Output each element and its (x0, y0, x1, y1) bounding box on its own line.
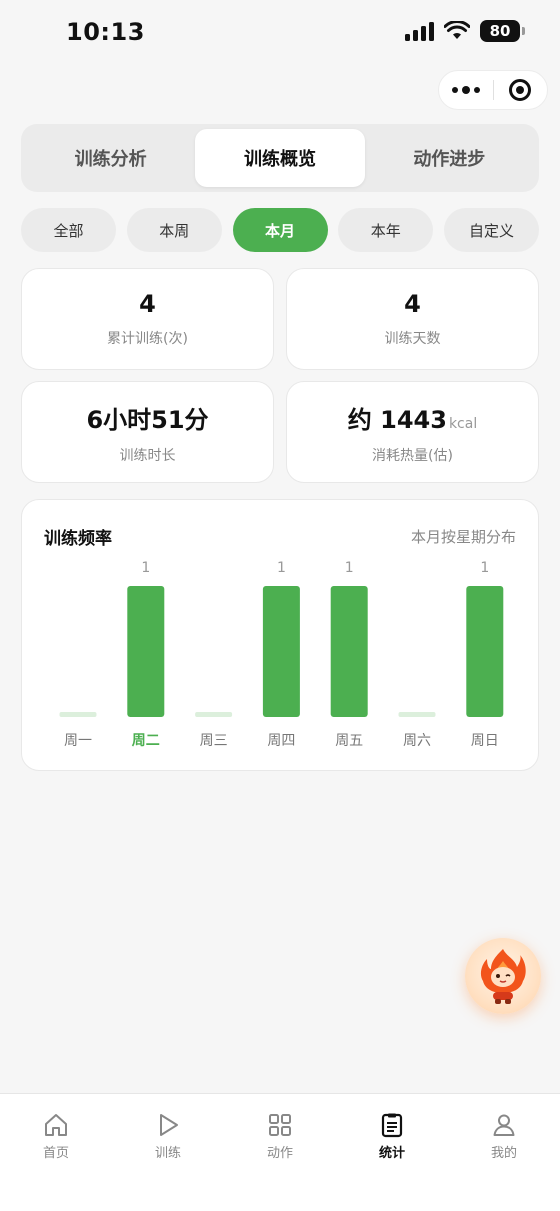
nav-label: 动作 (266, 1146, 293, 1161)
x-axis-label: 周五 (335, 733, 363, 749)
bar-value-label: 1 (141, 560, 150, 576)
segment-tabs: 训练分析 训练概览 动作进步 (21, 124, 539, 192)
more-options-button[interactable] (439, 71, 493, 109)
frequency-bar (127, 586, 165, 717)
wifi-icon (444, 21, 470, 39)
nav-item-profile[interactable]: 我的 (448, 1094, 560, 1211)
stat-value: 4 (139, 290, 156, 318)
period-month[interactable]: 本月 (232, 208, 328, 252)
nav-item-stats[interactable]: 统计 (336, 1094, 448, 1211)
stat-label: 消耗热量(估) (372, 447, 453, 464)
stat-card-days: 4 训练天数 (286, 268, 539, 370)
stat-label: 训练时长 (119, 447, 176, 464)
home-icon (45, 1114, 67, 1136)
stat-unit: kcal (448, 415, 478, 432)
bar-value-label: 1 (345, 560, 354, 576)
period-filter: 全部 本周 本月 本年 自定义 (21, 208, 539, 252)
bar-value-label: 1 (480, 560, 489, 576)
mascot-assistant-button[interactable] (465, 938, 541, 1014)
stat-label: 累计训练(次) (107, 331, 188, 347)
x-axis-label: 周三 (200, 733, 228, 749)
x-axis-label: 周六 (403, 733, 431, 749)
frequency-bar (466, 586, 504, 717)
tab-training-analysis[interactable]: 训练分析 (26, 129, 195, 187)
period-year[interactable]: 本年 (338, 208, 434, 252)
frequency-bar (195, 712, 233, 717)
period-all[interactable]: 全部 (21, 208, 116, 252)
x-axis-label: 周日 (471, 733, 499, 749)
x-axis-label: 周四 (267, 733, 295, 749)
frequency-title: 训练频率 (44, 529, 112, 549)
stat-value: 6小时51分 (86, 405, 209, 434)
nav-label: 统计 (378, 1146, 405, 1161)
status-time: 10:13 (66, 18, 145, 46)
bar-value-label: 1 (277, 560, 286, 576)
frequency-subtitle: 本月按星期分布 (410, 528, 516, 546)
nav-item-exercises[interactable]: 动作 (224, 1094, 336, 1211)
stat-value: 约 1443 (347, 405, 447, 434)
period-week[interactable]: 本周 (126, 208, 222, 252)
frequency-card: 周一 1 周二 周三 1 周四 1 周五 周六 1 周日 训练频率 本月按星期分布 (21, 499, 539, 771)
stat-card-duration: 6小时51分 训练时长 (21, 381, 274, 483)
nav-label: 首页 (42, 1146, 69, 1161)
close-miniprogram-button[interactable] (494, 71, 547, 109)
nav-item-home[interactable]: 首页 (0, 1094, 112, 1211)
x-axis-label: 周一 (64, 733, 92, 749)
frequency-bar (59, 712, 97, 717)
stat-value: 4 (404, 290, 421, 318)
frequency-bar (330, 586, 368, 717)
target-icon (509, 79, 532, 101)
stat-card-sessions: 4 累计训练(次) (21, 268, 274, 370)
stat-label: 训练天数 (384, 331, 441, 347)
stat-value-row: 约 1443 kcal (348, 400, 477, 435)
battery-level: 80 (489, 22, 511, 40)
signal-icon (405, 21, 434, 41)
grid-icon (269, 1114, 291, 1136)
battery-icon: 80 (480, 20, 525, 42)
fire-mascot-icon (480, 949, 526, 1004)
frequency-bar (262, 586, 300, 717)
frequency-bar (398, 712, 436, 717)
more-dots-icon (452, 87, 458, 93)
period-custom[interactable]: 自定义 (444, 208, 539, 252)
status-icons: 80 (405, 20, 525, 42)
capsule-menu (438, 70, 548, 110)
user-icon (493, 1114, 515, 1136)
tab-training-overview[interactable]: 训练概览 (195, 129, 365, 187)
x-axis-label: 周二 (132, 733, 160, 749)
bottom-navigation: 首页 训练 动作 统计 我的 (0, 1093, 560, 1211)
nav-label: 训练 (154, 1146, 181, 1161)
nav-label: 我的 (490, 1146, 517, 1161)
stat-card-calories: 约 1443 kcal 消耗热量(估) (286, 381, 539, 483)
status-bar: 10:13 80 (0, 0, 560, 64)
clipboard-icon (381, 1113, 403, 1138)
nav-item-training[interactable]: 训练 (112, 1094, 224, 1211)
tab-exercise-progress[interactable]: 动作进步 (365, 129, 534, 187)
play-icon (160, 1114, 178, 1136)
